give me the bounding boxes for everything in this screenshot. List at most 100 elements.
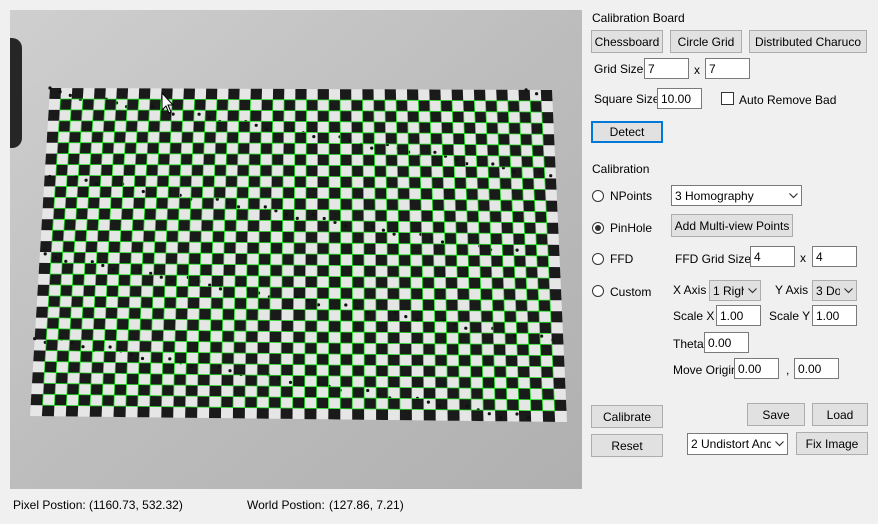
board-square [352, 321, 365, 333]
board-square [363, 154, 375, 166]
board-square [468, 277, 481, 289]
board-square [98, 208, 111, 220]
calibrate-button[interactable]: Calibrate [591, 405, 663, 428]
board-marker-dot [524, 88, 528, 92]
board-square [30, 394, 44, 406]
board-square [539, 322, 552, 334]
board-square [261, 99, 273, 111]
board-square [340, 243, 353, 255]
ffd-grid-y-input[interactable]: 4 [812, 246, 857, 267]
board-square [374, 187, 387, 200]
pinhole-radio[interactable] [592, 222, 604, 234]
chevron-down-icon [744, 281, 760, 300]
scale-x-input[interactable]: 1.00 [716, 305, 761, 326]
ffd-radio[interactable] [592, 253, 604, 265]
board-marker-dot [381, 228, 385, 232]
board-square [226, 154, 238, 165]
board-square [281, 298, 294, 310]
board-square [91, 131, 104, 143]
move-origin-x-input[interactable]: 0.00 [734, 358, 779, 379]
scale-y-input[interactable]: 1.00 [812, 305, 857, 326]
board-square [163, 319, 176, 331]
board-square [204, 132, 216, 143]
board-square [351, 100, 363, 111]
chessboard-button[interactable]: Chessboard [591, 30, 663, 53]
board-square [481, 310, 493, 322]
undistort-mode-select[interactable]: 2 Undistort And [687, 433, 788, 455]
square-size-input[interactable]: 10.00 [657, 88, 702, 109]
ffd-grid-x-input[interactable]: 4 [750, 246, 795, 267]
board-marker-dot [48, 174, 52, 179]
fix-image-button[interactable]: Fix Image [796, 432, 868, 455]
board-square [161, 406, 174, 418]
board-square [409, 199, 422, 211]
board-square [541, 366, 554, 378]
board-square [223, 286, 235, 298]
npoints-mode-select[interactable]: 3 Homography [671, 185, 802, 206]
load-button[interactable]: Load [812, 403, 868, 426]
board-square [257, 320, 270, 332]
board-square [197, 396, 210, 408]
board-square [447, 409, 460, 421]
y-axis-select[interactable]: 3 Do [812, 280, 857, 301]
board-square [510, 167, 523, 179]
board-square [483, 399, 496, 411]
board-square [96, 252, 109, 264]
board-square [387, 332, 400, 344]
board-square [317, 220, 329, 232]
image-viewport[interactable] [10, 10, 582, 489]
board-square [364, 398, 377, 409]
board-square [496, 89, 508, 101]
save-button[interactable]: Save [747, 403, 805, 426]
board-square [476, 155, 489, 167]
npoints-radio[interactable] [592, 190, 604, 202]
board-square [258, 253, 271, 265]
grid-size-x-input[interactable]: 7 [644, 58, 689, 79]
move-origin-y-input[interactable]: 0.00 [794, 358, 839, 379]
board-square [90, 153, 103, 165]
add-multiview-points-button[interactable]: Add Multi-view Points [671, 214, 793, 237]
board-marker-dot [101, 263, 105, 268]
board-square [283, 121, 296, 133]
board-square [67, 361, 81, 373]
auto-remove-bad-checkbox[interactable] [721, 92, 734, 105]
board-square [136, 131, 149, 143]
board-square [543, 156, 556, 168]
custom-radio[interactable] [592, 285, 604, 297]
reset-button[interactable]: Reset [591, 434, 663, 457]
board-square [115, 362, 128, 374]
board-marker-dot [498, 416, 503, 420]
board-square [386, 199, 399, 211]
board-square [455, 199, 467, 211]
board-square [247, 242, 260, 254]
board-square [451, 89, 464, 101]
distributed-charuco-button[interactable]: Distributed Charuco [749, 30, 867, 53]
board-square [457, 288, 470, 300]
circle-grid-button[interactable]: Circle Grid [670, 30, 742, 53]
board-square [431, 155, 443, 167]
theta-input[interactable]: 0.00 [704, 332, 749, 353]
board-square [463, 122, 476, 134]
board-marker-dot [513, 334, 517, 338]
board-square [269, 375, 281, 387]
board-square [259, 187, 272, 199]
board-square [501, 222, 514, 234]
board-marker-dot [426, 400, 430, 404]
board-square [553, 377, 566, 389]
board-square [328, 298, 341, 310]
board-square [388, 398, 400, 410]
board-square [385, 111, 397, 122]
detect-button[interactable]: Detect [591, 121, 663, 143]
board-square [127, 351, 140, 363]
x-axis-select[interactable]: 1 Righ [709, 280, 761, 301]
board-square [411, 354, 424, 366]
board-square [305, 209, 318, 221]
board-square [199, 308, 211, 320]
board-marker-dot [239, 372, 243, 377]
grid-size-y-input[interactable]: 7 [705, 58, 750, 79]
board-square [173, 395, 186, 407]
board-square [375, 232, 388, 244]
board-marker-dot [437, 404, 442, 408]
board-square [542, 134, 555, 146]
board-square [85, 241, 98, 253]
